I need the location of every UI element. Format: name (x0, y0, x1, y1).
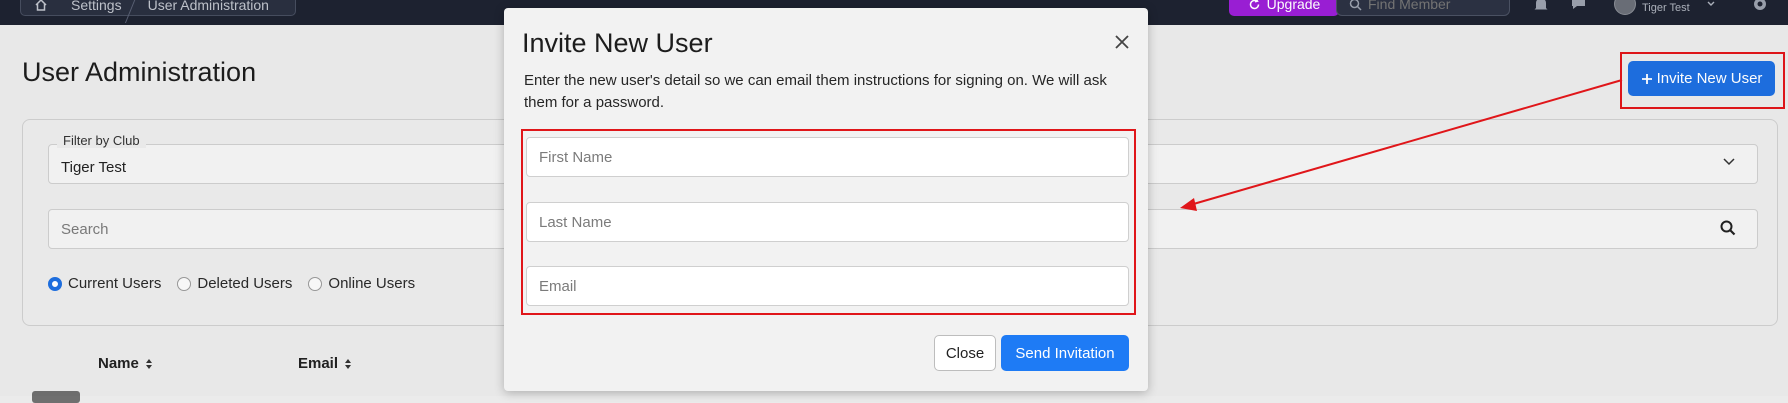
annotation-arrow (1180, 79, 1623, 211)
